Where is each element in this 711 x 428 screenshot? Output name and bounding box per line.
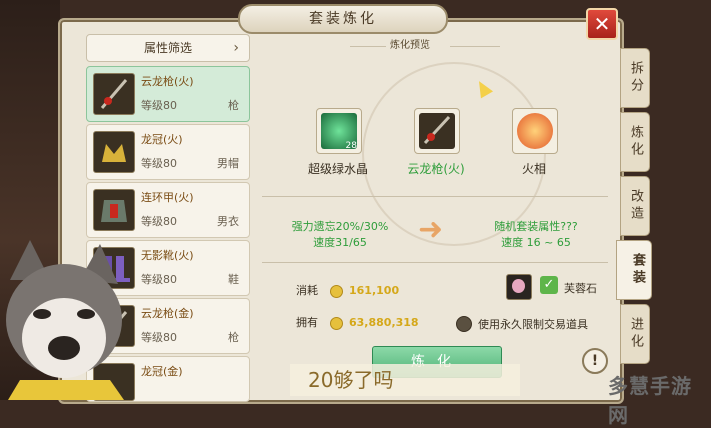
check-icon[interactable]: ✓ [540, 276, 558, 294]
owned-value: 63,880,318 [349, 316, 419, 329]
tab-refine[interactable]: 炼化 [620, 112, 650, 172]
attribute-filter-label: 属性筛选 [143, 41, 192, 55]
crystal-label: 超级绿水晶 [307, 162, 368, 176]
arrow-right-icon: ➜ [418, 212, 444, 247]
equipment-list-item[interactable]: 龙冠(火) 等级80 男帽 [86, 124, 250, 180]
item-level: 等级80 [141, 273, 177, 286]
material-label: 芙蓉石 [564, 282, 597, 295]
caption-overlay: 20够了吗 [290, 364, 520, 396]
equipment-list-item[interactable]: 连环甲(火) 等级80 男衣 [86, 182, 250, 238]
current-stat-line-1: 强力遗忘20%/30% [291, 220, 389, 233]
window-title: 套装炼化 [238, 4, 448, 34]
crown-icon [93, 131, 135, 173]
element-label: 火相 [521, 162, 546, 176]
item-type: 男衣 [217, 215, 239, 228]
item-level: 等级80 [141, 215, 177, 228]
result-stat-line-2: 速度 16 ~ 65 [501, 236, 571, 249]
item-type: 枪 [228, 99, 239, 112]
item-level: 等级80 [141, 99, 177, 112]
item-type: 鞋 [228, 273, 239, 286]
divider [450, 46, 500, 47]
spear-icon [419, 113, 455, 149]
crystal-slot[interactable]: 28 [316, 108, 362, 154]
item-name: 云龙枪(金) [141, 307, 194, 320]
item-type: 男帽 [217, 157, 239, 170]
attribute-filter-button[interactable]: 属性筛选 › [86, 34, 250, 62]
armor-icon [93, 189, 135, 231]
tab-evolve[interactable]: 进化 [620, 304, 650, 364]
divider [350, 46, 386, 47]
element-slot[interactable] [512, 108, 558, 154]
owned-row: 拥有 63,880,318 [296, 314, 419, 330]
item-name: 龙冠(金) [141, 365, 183, 378]
item-level: 等级80 [141, 331, 177, 344]
use-bound-items-label: 使用永久限制交易道具 [478, 318, 588, 331]
item-name: 龙冠(火) [141, 133, 183, 146]
item-type: 枪 [228, 331, 239, 344]
owned-label: 拥有 [296, 316, 318, 329]
close-button[interactable]: ✕ [586, 8, 618, 40]
consume-label: 消耗 [296, 284, 318, 297]
husky-mascot-image [6, 240, 124, 400]
item-name: 云龙枪(火) [141, 75, 194, 88]
item-name: 连环甲(火) [141, 191, 194, 204]
equipment-list-item[interactable]: 云龙枪(火) 等级80 枪 [86, 66, 250, 122]
divider [262, 262, 608, 263]
item-level: 等级80 [141, 157, 177, 170]
site-watermark: 多慧手游网 [608, 374, 692, 427]
consume-row: 消耗 161,100 [296, 282, 399, 298]
tab-set[interactable]: 套装 [616, 240, 652, 300]
info-button[interactable]: ! [582, 348, 608, 374]
consume-value: 161,100 [349, 284, 400, 297]
use-bound-items-radio[interactable] [456, 316, 472, 332]
divider [262, 196, 608, 197]
chevron-right-icon: › [233, 40, 239, 56]
spear-icon [93, 73, 135, 115]
stone-icon [512, 279, 525, 293]
material-slot[interactable] [506, 274, 532, 300]
tab-modify[interactable]: 改造 [620, 176, 650, 236]
coin-icon [329, 316, 343, 330]
current-stat-line-2: 速度31/65 [313, 236, 367, 249]
coin-icon [329, 284, 343, 298]
equipment-label: 云龙枪(火) [407, 162, 465, 176]
result-stat-line-1: 随机套装属性??? [494, 220, 578, 233]
fire-element-icon [517, 113, 553, 149]
equipment-slot[interactable] [414, 108, 460, 154]
preview-label: 炼化预览 [390, 40, 430, 51]
item-name: 无影靴(火) [141, 249, 194, 262]
tab-split[interactable]: 拆分 [620, 48, 650, 108]
crystal-count: 28 [345, 141, 357, 151]
